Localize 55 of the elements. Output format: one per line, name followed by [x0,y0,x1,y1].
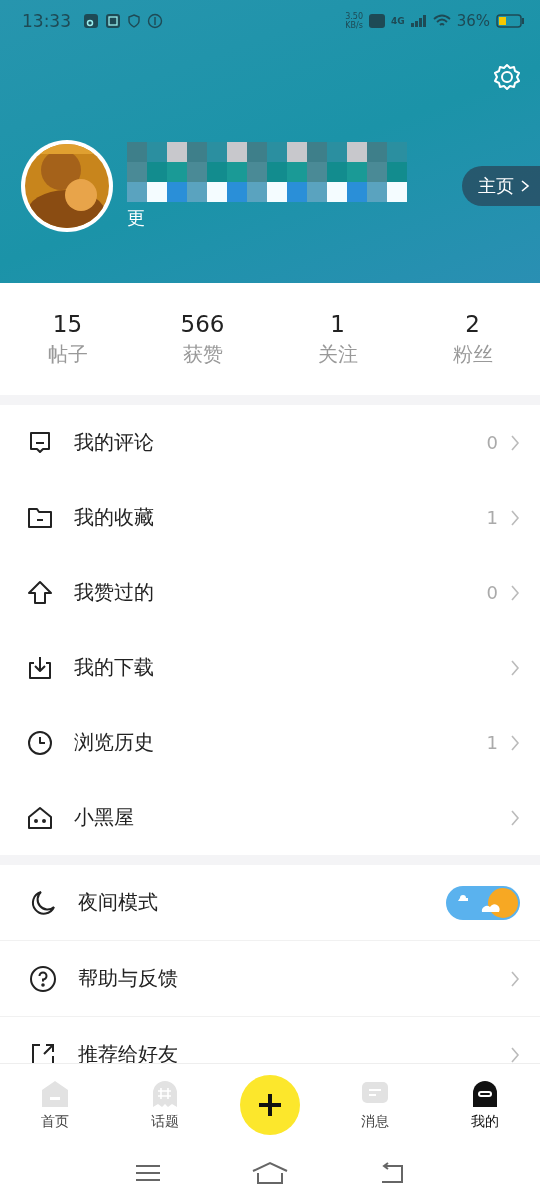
nav-tab[interactable]: 消息 [340,1078,410,1132]
stat-value[interactable]: 15 [52,310,83,337]
settings-item[interactable]: 帮助与反馈 [0,941,540,1017]
hooded-figure-icon [470,1079,500,1109]
status-time: 13:33 [22,11,71,31]
night-mode-toggle[interactable] [446,885,520,920]
network-speed: 3.50 KB/s [345,12,363,30]
chevron-icon [510,433,520,452]
chevron-icon [510,969,520,988]
clock-icon [26,728,54,757]
bio-text: 更 [127,206,146,230]
wifi-icon [432,14,451,28]
nav-tab[interactable]: 首页 [20,1078,90,1132]
nav-tab[interactable]: 我的 [450,1078,520,1132]
app-notification-icon [105,13,121,29]
settings-item[interactable]: 夜间模式 [0,865,540,941]
menu-item[interactable]: 浏览历史 1 [0,705,540,780]
shield-icon [127,13,141,29]
stat-value[interactable]: 2 [465,310,480,337]
battery-icon [496,14,524,28]
menu-item[interactable]: 小黑屋 [0,780,540,855]
chevron-icon [510,1045,520,1063]
signal-icon [410,15,427,27]
app-notification-icon [83,13,99,29]
hashtag-icon [150,1079,180,1109]
nav-tab[interactable]: 话题 [130,1078,200,1132]
menu-item[interactable]: 我的下载 [0,630,540,705]
house-icon [40,1079,70,1109]
item-count: 0 [486,432,498,453]
hd-icon [369,14,385,28]
network-type: 4G [391,16,405,26]
chevron-icon [510,733,520,752]
chevron-icon [510,508,520,527]
plus-icon [257,1092,283,1118]
help-icon [28,963,58,994]
home-icon[interactable] [251,1161,289,1185]
add-post-button[interactable] [240,1075,300,1135]
battery-percent: 36% [456,12,490,30]
stat-value[interactable]: 1 [330,310,345,337]
settings-icon[interactable] [492,62,522,92]
home-page-button[interactable]: 主页 [462,166,540,206]
circle-icon [147,13,163,29]
menu-item[interactable]: 我的收藏 1 [0,480,540,555]
menu-item[interactable]: 我赞过的 0 [0,555,540,630]
stat-value[interactable]: 566 [180,310,225,337]
chevron-icon [520,179,530,193]
item-count: 1 [486,732,498,753]
chevron-icon [510,808,520,827]
menu-icon[interactable] [134,1163,163,1183]
item-count: 0 [486,582,498,603]
chevron-icon [510,583,520,602]
chevron-icon [510,658,520,677]
menu-item[interactable]: 我的评论 0 [0,405,540,480]
item-count: 1 [486,507,498,528]
upload-arrow-icon [26,578,54,607]
